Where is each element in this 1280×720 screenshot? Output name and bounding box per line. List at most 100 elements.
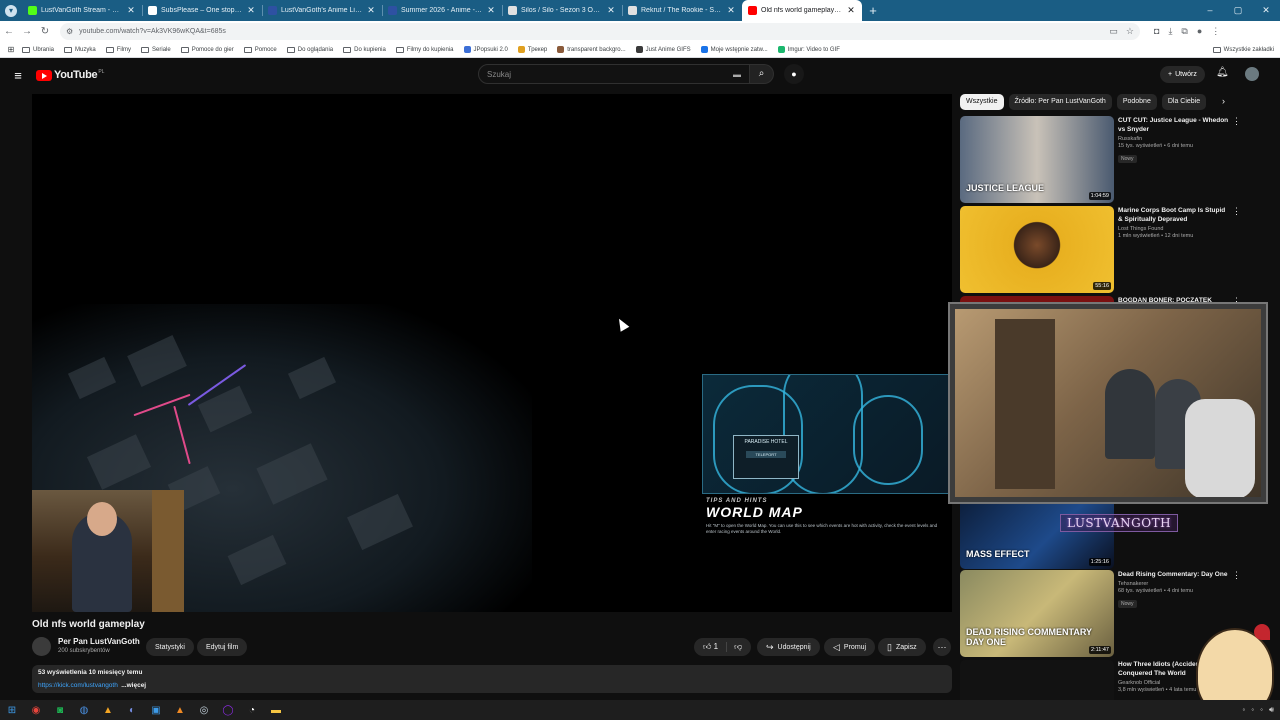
youtube-logo[interactable]: YouTube PL <box>36 69 104 81</box>
share-button[interactable]: ↪ Udostępnij <box>757 638 820 656</box>
channel-name[interactable]: Russkafin <box>1118 136 1230 142</box>
kebab-menu-icon[interactable]: ⋮ <box>1211 26 1220 37</box>
video-thumbnail[interactable]: JUSTICE LEAGUE 1:04:59 <box>960 116 1114 203</box>
profile-icon[interactable]: ● <box>1197 26 1202 37</box>
browser-tab[interactable]: Rekrut / The Rookie - Sezon 2✕ <box>622 0 742 21</box>
windows-start-icon[interactable]: ⊞ <box>0 705 24 716</box>
recommended-video[interactable]: JUSTICE LEAGUE 1:04:59 CUT CUT: Justice Le… <box>960 116 1250 204</box>
search-button[interactable]: ⌕ <box>750 64 774 84</box>
browser-tab[interactable]: LustVanGoth's Anime List - My✕ <box>262 0 382 21</box>
account-avatar[interactable] <box>1245 67 1259 81</box>
bookmark-link[interactable]: Just Anime GIFS <box>635 46 691 53</box>
cast-icon[interactable]: ▭ <box>1109 26 1118 37</box>
description-link[interactable]: https://kick.com/lustvangoth <box>38 682 118 689</box>
bookmark-folder[interactable]: Filmy <box>105 46 131 53</box>
bookmark-link[interactable]: transparent backgro... <box>557 46 626 53</box>
search-input[interactable]: Szukaj ▬ <box>478 64 750 84</box>
channel-name[interactable]: Lost Things Found <box>1118 226 1230 232</box>
reload-button[interactable]: ↻ <box>36 26 54 37</box>
bookmark-link[interactable]: Imgur: Video to GIF <box>777 46 840 53</box>
browser-tab[interactable]: Old nfs world gameplay - YouT✕ <box>742 0 862 21</box>
bookmark-star-icon[interactable]: ☆ <box>1126 26 1134 37</box>
all-bookmarks-folder[interactable]: Wszystkie zakładki <box>1212 46 1274 53</box>
close-tab-icon[interactable]: ✕ <box>366 5 376 16</box>
site-info-icon[interactable]: ⚙ <box>66 27 73 36</box>
channel-name[interactable]: Per Pan LustVanGoth <box>58 637 140 646</box>
forward-button[interactable]: → <box>18 26 36 37</box>
folder-taskbar-icon[interactable]: ▬ <box>264 705 288 716</box>
show-more-button[interactable]: ...więcej <box>121 682 146 689</box>
close-tab-icon[interactable]: ✕ <box>726 5 736 16</box>
extension-icon[interactable]: ◘ <box>1154 26 1159 37</box>
bookmark-folder[interactable]: Pomoce <box>243 46 277 53</box>
app-taskbar-icon[interactable]: ▣ <box>144 705 168 716</box>
filter-chip[interactable]: Źródło: Per Pan LustVanGoth <box>1008 94 1112 110</box>
volume-icon[interactable]: 🔊︎ <box>1269 705 1274 715</box>
bookmark-folder[interactable]: Do kupienia <box>343 46 386 53</box>
video-title[interactable]: CUT CUT: Justice League - Whedon vs Snyd… <box>1118 116 1230 134</box>
statistics-button[interactable]: Statystyki <box>146 638 194 656</box>
new-tab-button[interactable]: + <box>862 3 884 18</box>
video-thumbnail[interactable]: DEAD RISING COMMENTARY DAY ONE 2:11:47 <box>960 570 1114 657</box>
promote-button[interactable]: ◁ Promuj <box>824 638 876 656</box>
chrome-taskbar-icon[interactable]: ◉ <box>24 705 48 716</box>
dislike-button[interactable]: 👎︎ <box>727 642 751 652</box>
tray-icon[interactable]: ◦ <box>1260 705 1263 715</box>
download-icon[interactable]: ⤓ <box>1168 26 1172 37</box>
voice-search-button[interactable]: ● <box>784 64 804 84</box>
kebab-menu-icon[interactable]: ⋮ <box>1232 116 1241 127</box>
browser-taskbar-icon[interactable]: ◍ <box>72 705 96 716</box>
steam-taskbar-icon[interactable]: ◎ <box>192 705 216 716</box>
browser-tab[interactable]: SubsPlease – One stop shop fo✕ <box>142 0 262 21</box>
close-tab-icon[interactable]: ✕ <box>606 5 616 16</box>
recommended-video[interactable]: 55:16 Marine Corps Boot Camp Is Stupid & … <box>960 206 1250 294</box>
hamburger-menu-icon[interactable]: ≡ <box>0 68 36 83</box>
save-button[interactable]: ▯ Zapisz <box>878 638 926 656</box>
minimize-button[interactable]: – <box>1196 5 1224 16</box>
bookmark-folder[interactable]: Do oglądania <box>286 46 333 53</box>
tray-icon[interactable]: ◦ <box>1251 705 1254 715</box>
filter-chip[interactable]: Podobne <box>1116 94 1157 110</box>
bookmark-folder[interactable]: Muzyka <box>64 46 96 53</box>
description-box[interactable]: 53 wyświetlenia 10 miesięcy temu https:/… <box>32 665 952 693</box>
close-tab-icon[interactable]: ✕ <box>126 5 136 16</box>
kebab-menu-icon[interactable]: ⋮ <box>1232 206 1241 217</box>
edit-video-button[interactable]: Edytuj film <box>197 638 248 656</box>
video-player[interactable]: PARADISE HOTEL TELEPORT TIPS AND HINTS W… <box>32 94 952 612</box>
close-tab-icon[interactable]: ✕ <box>846 5 856 16</box>
address-bar[interactable]: ⚙ youtube.com/watch?v=Ak3VK96wKQA&t=685s… <box>60 23 1140 40</box>
chevron-right-icon[interactable]: › <box>1222 96 1225 106</box>
bookmark-folder[interactable]: Filmy do kupienia <box>395 46 454 53</box>
kebab-menu-icon[interactable]: ⋮ <box>1232 570 1241 581</box>
like-button[interactable]: 👍︎ 1 <box>694 642 728 652</box>
vlc-taskbar-icon[interactable]: ▲ <box>168 705 192 716</box>
bookmark-link[interactable]: Трекер <box>517 46 547 53</box>
keyboard-icon[interactable]: ▬ <box>733 70 741 79</box>
tray-icon[interactable]: ◦ <box>1242 705 1245 715</box>
filter-chip[interactable]: Dla Ciebie <box>1161 94 1207 110</box>
video-title[interactable]: Marine Corps Boot Camp Is Stupid & Spiri… <box>1118 206 1230 224</box>
video-thumbnail[interactable]: 55:16 <box>960 206 1114 293</box>
bookmark-link[interactable]: JPopsuki 2.0 <box>463 46 508 53</box>
create-button[interactable]: + Utwórz <box>1160 66 1205 83</box>
back-button[interactable]: ← <box>0 26 18 37</box>
close-tab-icon[interactable]: ✕ <box>246 5 256 16</box>
app-taskbar-icon[interactable]: ▲ <box>96 705 120 716</box>
obs-taskbar-icon[interactable]: ◯ <box>216 705 240 716</box>
maximize-button[interactable]: ▢ <box>1224 5 1252 16</box>
browser-tab[interactable]: Silos / Silo - Sezon 3 Odcinek 2✕ <box>502 0 622 21</box>
bookmark-link[interactable]: Moje wstępnie zatw... <box>700 46 768 53</box>
filter-chip[interactable]: Wszystkie <box>960 94 1004 110</box>
puzzle-icon[interactable]: ⧉ <box>1181 26 1187 37</box>
video-title[interactable]: Dead Rising Commentary: Day One <box>1118 570 1230 579</box>
browser-tab[interactable]: LustVanGoth Stream - Watch Li✕ <box>22 0 142 21</box>
bookmark-folder[interactable]: Pomoce do gier <box>180 46 234 53</box>
browser-tab[interactable]: Summer 2026 - Anime - MyAni✕ <box>382 0 502 21</box>
channel-avatar[interactable] <box>32 637 51 656</box>
bookmark-folder[interactable]: Seriale <box>141 46 171 53</box>
apps-grid-icon[interactable]: ⊞ <box>0 45 22 54</box>
channel-name[interactable]: Tehsnakerer <box>1118 581 1230 587</box>
notifications-bell-icon[interactable]: 🔔︎ <box>1216 67 1229 78</box>
close-tab-icon[interactable]: ✕ <box>486 5 496 16</box>
tab-search-button[interactable]: ▾ <box>0 0 22 21</box>
